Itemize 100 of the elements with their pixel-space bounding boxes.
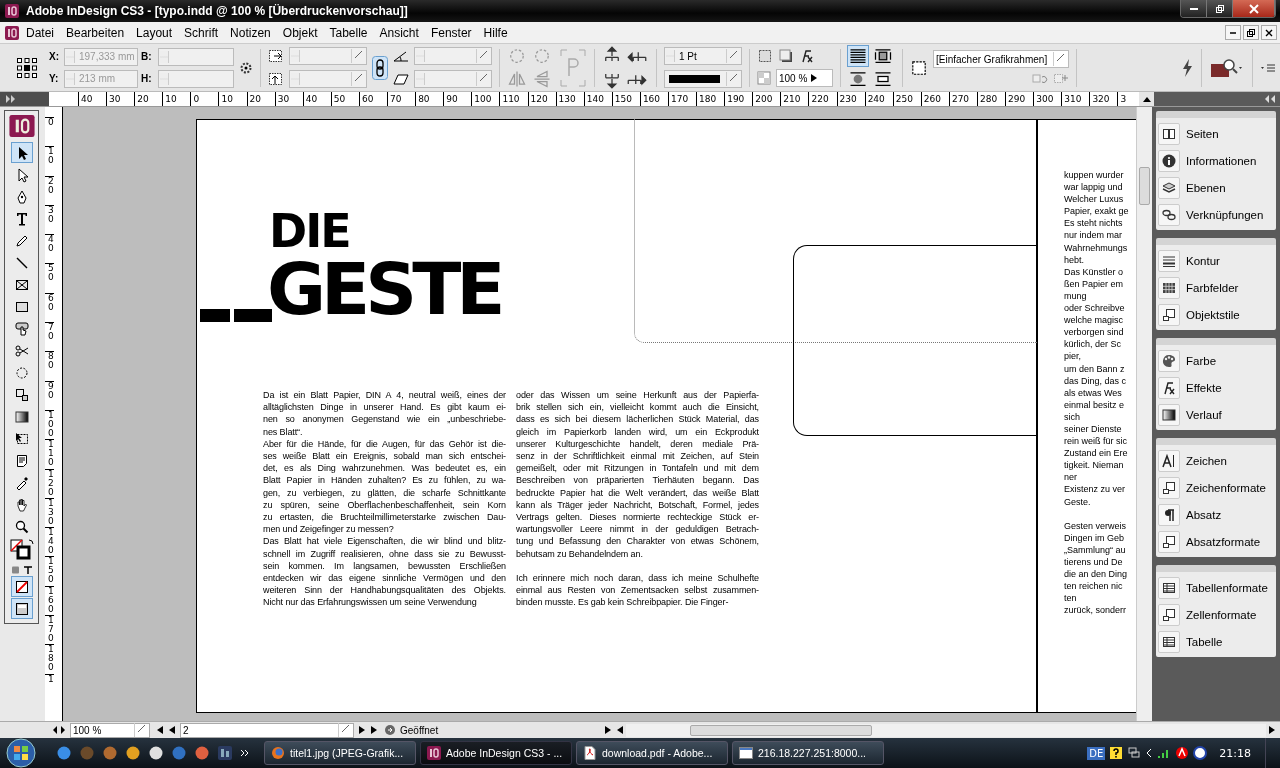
scroll-left-icon[interactable]	[616, 725, 624, 735]
angle-icon[interactable]	[393, 49, 409, 63]
panel-item[interactable]: Farbe	[1156, 347, 1276, 374]
panel-item[interactable]: Tabellenformate	[1156, 574, 1276, 601]
scale-x-field[interactable]	[289, 47, 367, 65]
scroll-thumb[interactable]	[1139, 167, 1150, 205]
panel-item[interactable]: Effekte	[1156, 374, 1276, 401]
chain-link-icon[interactable]	[372, 55, 388, 80]
taskbar-button[interactable]: download.pdf - Adobe...	[576, 741, 728, 765]
panel-item[interactable]: Absatz	[1156, 501, 1276, 528]
menu-item[interactable]: Notizen	[224, 25, 277, 40]
menu-item[interactable]: Tabelle	[323, 25, 374, 40]
taskbar-button[interactable]: titel1.jpg (JPEG-Grafik...	[264, 741, 416, 765]
panel-item[interactable]: Informationen	[1156, 147, 1276, 174]
minimize-button[interactable]	[1181, 0, 1207, 17]
panel-item[interactable]: Tabelle	[1156, 628, 1276, 655]
selection-arrow-tool[interactable]	[10, 142, 33, 163]
page-field[interactable]: 2	[180, 722, 354, 738]
text-wrap-icon[interactable]	[848, 69, 868, 89]
width-field[interactable]	[158, 47, 234, 66]
app-icon[interactable]	[217, 745, 233, 761]
reference-point-icon[interactable]	[16, 56, 38, 79]
play-icon[interactable]	[171, 745, 187, 761]
apply-none-button[interactable]	[10, 576, 33, 597]
lightning-icon[interactable]	[1180, 57, 1194, 78]
disc-icon[interactable]	[194, 745, 210, 761]
ruler-label: 30	[45, 204, 54, 235]
menu-item[interactable]: Layout	[130, 25, 179, 40]
antivirus-icon[interactable]	[1175, 746, 1190, 760]
chat-icon[interactable]	[148, 745, 164, 761]
restore-button[interactable]	[1207, 0, 1233, 17]
frame-icon[interactable]	[910, 58, 928, 77]
shield-icon[interactable]	[1193, 746, 1208, 760]
panel-item[interactable]: Kontur	[1156, 247, 1276, 274]
panel-item[interactable]: Absatzformate	[1156, 528, 1276, 555]
status-menu-icon[interactable]	[604, 725, 612, 735]
menu-item[interactable]: Objekt	[276, 25, 324, 40]
stroke-weight-field[interactable]: 1 Pt	[664, 47, 742, 65]
effects-icon[interactable]	[799, 48, 815, 64]
menu-item[interactable]: Fenster	[424, 25, 478, 40]
scroll-up-icon[interactable]	[1141, 95, 1152, 103]
browser-icon[interactable]	[56, 745, 72, 761]
text-wrap-icon[interactable]	[873, 46, 893, 66]
restore-button[interactable]	[1243, 25, 1259, 40]
zoom-field[interactable]: 100 %	[70, 722, 150, 738]
game-icon[interactable]	[102, 745, 118, 761]
panel-item[interactable]: Zeichenformate	[1156, 474, 1276, 501]
start-button[interactable]	[4, 738, 38, 768]
panel-item[interactable]: Verknüpfungen	[1156, 201, 1276, 228]
panel-menu-icon[interactable]	[1260, 61, 1276, 74]
chevron-icon[interactable]	[1145, 748, 1154, 758]
collapse-icon[interactable]	[1264, 94, 1276, 104]
scale-y-field[interactable]	[289, 70, 367, 88]
checker-icon[interactable]	[757, 71, 771, 85]
scale-icon[interactable]	[268, 72, 284, 86]
text-wrap-icon[interactable]	[873, 69, 893, 89]
menu-item[interactable]: Datei	[20, 25, 60, 40]
chevron-icon[interactable]	[240, 748, 250, 758]
menu-item[interactable]: Ansicht	[373, 25, 425, 40]
panel-item[interactable]: Verlauf	[1156, 401, 1276, 428]
previous-page-icon[interactable]	[168, 725, 176, 735]
stroke-type-dropdown[interactable]	[664, 70, 742, 88]
network-icon[interactable]	[1127, 746, 1142, 760]
panel-item[interactable]: Ebenen	[1156, 174, 1276, 201]
horizontal-scrollbar[interactable]	[626, 723, 1266, 737]
view-mode-button[interactable]	[10, 598, 33, 619]
close-button[interactable]	[1261, 25, 1277, 40]
panel-item[interactable]: Zeichen	[1156, 447, 1276, 474]
shear-icon[interactable]	[393, 72, 409, 86]
rotation-field[interactable]	[414, 47, 492, 65]
panel-item[interactable]: Farbfelder	[1156, 274, 1276, 301]
collapse-icon[interactable]	[4, 94, 18, 104]
height-field[interactable]	[158, 69, 234, 88]
panel-item[interactable]: Seiten	[1156, 120, 1276, 147]
close-button[interactable]	[1233, 0, 1275, 17]
shear-field[interactable]	[414, 70, 492, 88]
vertical-scrollbar[interactable]	[1136, 107, 1152, 721]
frame-icon[interactable]	[757, 48, 773, 64]
scale-icon[interactable]	[268, 49, 284, 63]
language-indicator[interactable]: DE	[1087, 746, 1106, 760]
triangle-right-icon[interactable]	[811, 74, 818, 82]
opacity-field[interactable]: 100 %	[776, 69, 833, 87]
menu-item[interactable]: Schrift	[178, 25, 225, 40]
panel-item[interactable]: Zellenformate	[1156, 601, 1276, 628]
text-wrap-icon[interactable]	[848, 46, 868, 66]
menu-item[interactable]: Hilfe	[477, 25, 514, 40]
taskbar-button[interactable]: Adobe InDesign CS3 - ...	[420, 741, 572, 765]
gear-icon[interactable]	[239, 60, 253, 75]
menu-item[interactable]: Bearbeiten	[60, 25, 131, 40]
object-style-dropdown[interactable]: [Einfacher Grafikrahmen]	[933, 50, 1069, 68]
scroll-thumb[interactable]	[690, 724, 872, 736]
panel-item[interactable]: Objektstile	[1156, 301, 1276, 328]
taskbar-button[interactable]: 216.18.227.251:8000...	[732, 741, 884, 765]
minimize-button[interactable]	[1225, 25, 1241, 40]
scroll-right-icon[interactable]	[1268, 725, 1276, 735]
next-page-icon[interactable]	[358, 725, 366, 735]
page-arrows-icon[interactable]	[52, 725, 66, 735]
shadow-square-icon[interactable]	[778, 48, 794, 64]
help-icon[interactable]	[1109, 746, 1124, 760]
folder-search-icon[interactable]	[1209, 56, 1245, 79]
